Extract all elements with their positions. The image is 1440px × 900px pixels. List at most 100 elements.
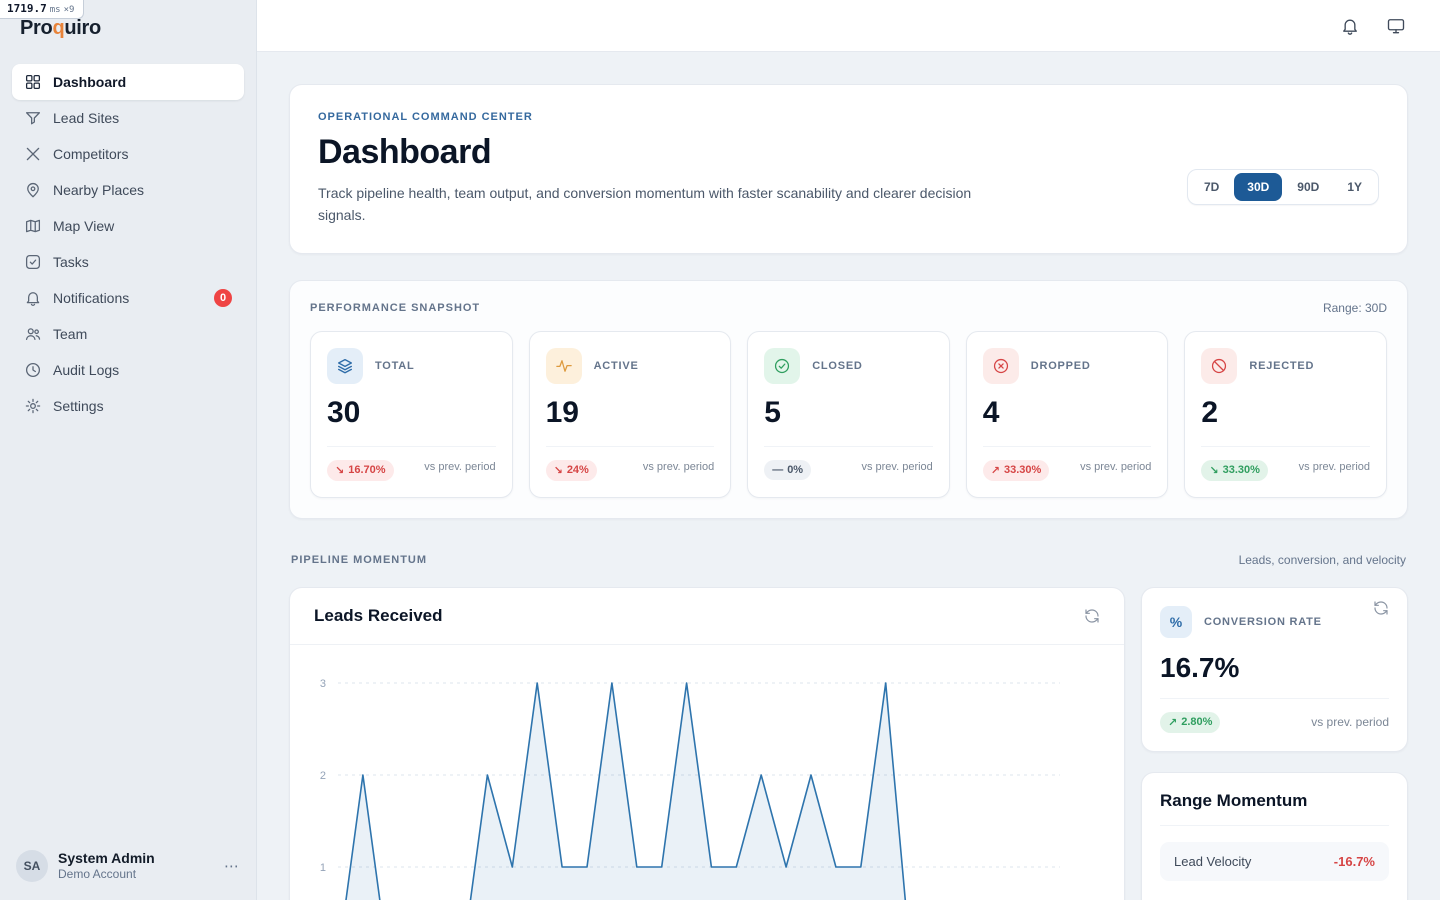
user-meta: System Admin Demo Account — [58, 850, 155, 883]
svg-text:3: 3 — [320, 678, 326, 690]
sidebar-item-label: Notifications — [53, 290, 130, 306]
stat-footer: ↗ 33.30% vs prev. period — [982, 445, 1152, 481]
stat-footer: ↘ 33.30% vs prev. period — [1201, 445, 1370, 481]
range-button-7d[interactable]: 7D — [1191, 173, 1232, 201]
sidebar-item-tasks[interactable]: Tasks — [12, 244, 244, 280]
svg-text:1: 1 — [320, 862, 326, 874]
metric-row-lead-velocity: Lead Velocity -16.7% — [1160, 841, 1389, 881]
eyebrow-label: OPERATIONAL COMMAND CENTER — [318, 111, 533, 123]
stat-top: REJECTED — [1201, 347, 1370, 384]
stat-top: DROPPED — [982, 347, 1152, 384]
conversion-header: % CONVERSION RATE — [1160, 601, 1389, 638]
sidebar-nav: Dashboard Lead Sites Competitors Nearby … — [0, 50, 256, 424]
chart-header: Leads Received — [290, 588, 1124, 645]
delta-badge: ↗ 33.30% — [982, 459, 1050, 481]
metric-value: -16.7% — [1333, 853, 1375, 869]
trend-flat-icon: — — [772, 463, 784, 476]
range-button-30d[interactable]: 30D — [1234, 173, 1283, 201]
sidebar-item-settings[interactable]: Settings — [12, 388, 244, 424]
delta-badge: ↗ 2.80% — [1160, 711, 1221, 733]
content-column: OPERATIONAL COMMAND CENTER Dashboard Tra… — [257, 0, 1440, 900]
activity-icon — [545, 347, 582, 384]
sidebar-item-label: Nearby Places — [53, 182, 145, 198]
sidebar-item-lead-sites[interactable]: Lead Sites — [12, 100, 244, 136]
percent-icon: % — [1160, 605, 1192, 638]
user-subtitle: Demo Account — [58, 867, 137, 881]
compare-label: vs prev. period — [424, 460, 496, 473]
stat-grid: TOTAL 30 ↘16.70% vs prev. period ACTIVE — [310, 330, 1387, 498]
page-header-text: OPERATIONAL COMMAND CENTER Dashboard Tra… — [318, 111, 978, 227]
perf-unit: ms — [49, 5, 61, 15]
sidebar-item-label: Competitors — [53, 146, 129, 162]
gear-icon — [24, 397, 42, 415]
delta-value: 16.70% — [348, 464, 386, 477]
sidebar: Proquiro Dashboard Lead Sites Competitor… — [0, 0, 257, 900]
sidebar-item-nearby-places[interactable]: Nearby Places — [12, 172, 244, 208]
stat-card-active: ACTIVE 19 ↘ 24% vs prev. period — [528, 330, 732, 498]
stat-value: 19 — [545, 395, 579, 429]
stat-card-total: TOTAL 30 ↘ 16.70% vs prev. period — [310, 330, 513, 498]
stat-label: REJECTED — [1249, 359, 1315, 372]
delta-badge: ↘ 33.30% — [1201, 459, 1268, 481]
refresh-icon[interactable] — [1084, 608, 1100, 624]
stat-card-closed: CLOSED 5 —0% vs prev. period — [747, 330, 950, 498]
bell-icon[interactable] — [1340, 16, 1360, 36]
pipeline-momentum-subtitle: Leads, conversion, and velocity — [1238, 552, 1406, 567]
trend-up-icon: ↗ — [1168, 716, 1178, 729]
page-title: Dashboard — [318, 133, 492, 171]
sidebar-item-competitors[interactable]: Competitors — [12, 136, 244, 172]
user-profile[interactable]: SA System Admin Demo Account ⋯ — [0, 836, 256, 900]
conversion-rate-card: % CONVERSION RATE 16.7% ↗ 2.80% vs prev. … — [1141, 586, 1408, 752]
stat-value: 4 — [982, 395, 1000, 429]
range-momentum-title: Range Momentum — [1160, 791, 1389, 826]
dashboard-grid-icon — [24, 73, 42, 91]
avatar: SA — [16, 849, 48, 882]
sidebar-item-map-view[interactable]: Map View — [12, 208, 244, 244]
sidebar-item-label: Team — [53, 326, 88, 342]
stat-value: 5 — [764, 395, 781, 429]
user-menu-button[interactable]: ⋯ — [224, 857, 240, 875]
stat-footer: ↘ 16.70% vs prev. period — [327, 445, 496, 481]
main-content: OPERATIONAL COMMAND CENTER Dashboard Tra… — [257, 52, 1440, 900]
history-clock-icon — [24, 361, 42, 379]
compare-label: vs prev. period — [642, 460, 715, 473]
trend-down-icon: ↘ — [335, 464, 345, 477]
sidebar-item-dashboard[interactable]: Dashboard — [12, 64, 244, 100]
topbar — [257, 0, 1440, 52]
pipeline-momentum-header: PIPELINE MOMENTUM Leads, conversion, and… — [291, 553, 1406, 567]
momentum-grid: Leads Received 3 2 1 % CONVERSION RATE 16.… — [289, 586, 1408, 900]
sidebar-item-label: Tasks — [53, 254, 89, 270]
stat-footer: —0% vs prev. period — [764, 445, 933, 480]
range-momentum-card: Range Momentum Lead Velocity -16.7% — [1141, 771, 1408, 900]
sidebar-item-label: Settings — [53, 398, 104, 414]
snapshot-header: PERFORMANCE SNAPSHOT Range: 30D — [310, 301, 1387, 315]
sidebar-item-team[interactable]: Team — [12, 316, 244, 352]
bell-icon — [24, 289, 42, 307]
svg-text:2: 2 — [320, 770, 326, 782]
conversion-footer: ↗ 2.80% vs prev. period — [1160, 697, 1389, 733]
display-icon[interactable] — [1386, 16, 1406, 36]
refresh-icon[interactable] — [1373, 600, 1389, 616]
snapshot-range-label: Range: 30D — [1322, 300, 1387, 315]
stat-label: CLOSED — [812, 359, 863, 372]
compare-label: vs prev. period — [1311, 714, 1389, 729]
funnel-icon — [24, 109, 42, 127]
stat-footer: ↘ 24% vs prev. period — [545, 445, 715, 481]
ban-icon — [1201, 347, 1238, 384]
conversion-value: 16.7% — [1160, 651, 1240, 683]
stat-value: 30 — [327, 395, 361, 429]
perf-time: 1719.7 — [7, 2, 47, 15]
app-root: Proquiro Dashboard Lead Sites Competitor… — [0, 0, 1440, 900]
stat-card-dropped: DROPPED 4 ↗ 33.30% vs prev. period — [965, 330, 1169, 498]
sidebar-item-notifications[interactable]: Notifications 0 — [12, 280, 244, 316]
sidebar-item-audit-logs[interactable]: Audit Logs — [12, 352, 244, 388]
performance-snapshot-card: PERFORMANCE SNAPSHOT Range: 30D TOTAL 30… — [289, 279, 1408, 519]
range-button-1y[interactable]: 1Y — [1334, 173, 1375, 201]
range-button-90d[interactable]: 90D — [1284, 173, 1332, 201]
trend-down-icon: ↘ — [1209, 464, 1219, 477]
delta-value: 0% — [787, 463, 804, 476]
sidebar-item-label: Audit Logs — [53, 362, 120, 378]
snapshot-title: PERFORMANCE SNAPSHOT — [310, 301, 481, 314]
notifications-count-badge: 0 — [214, 289, 232, 307]
